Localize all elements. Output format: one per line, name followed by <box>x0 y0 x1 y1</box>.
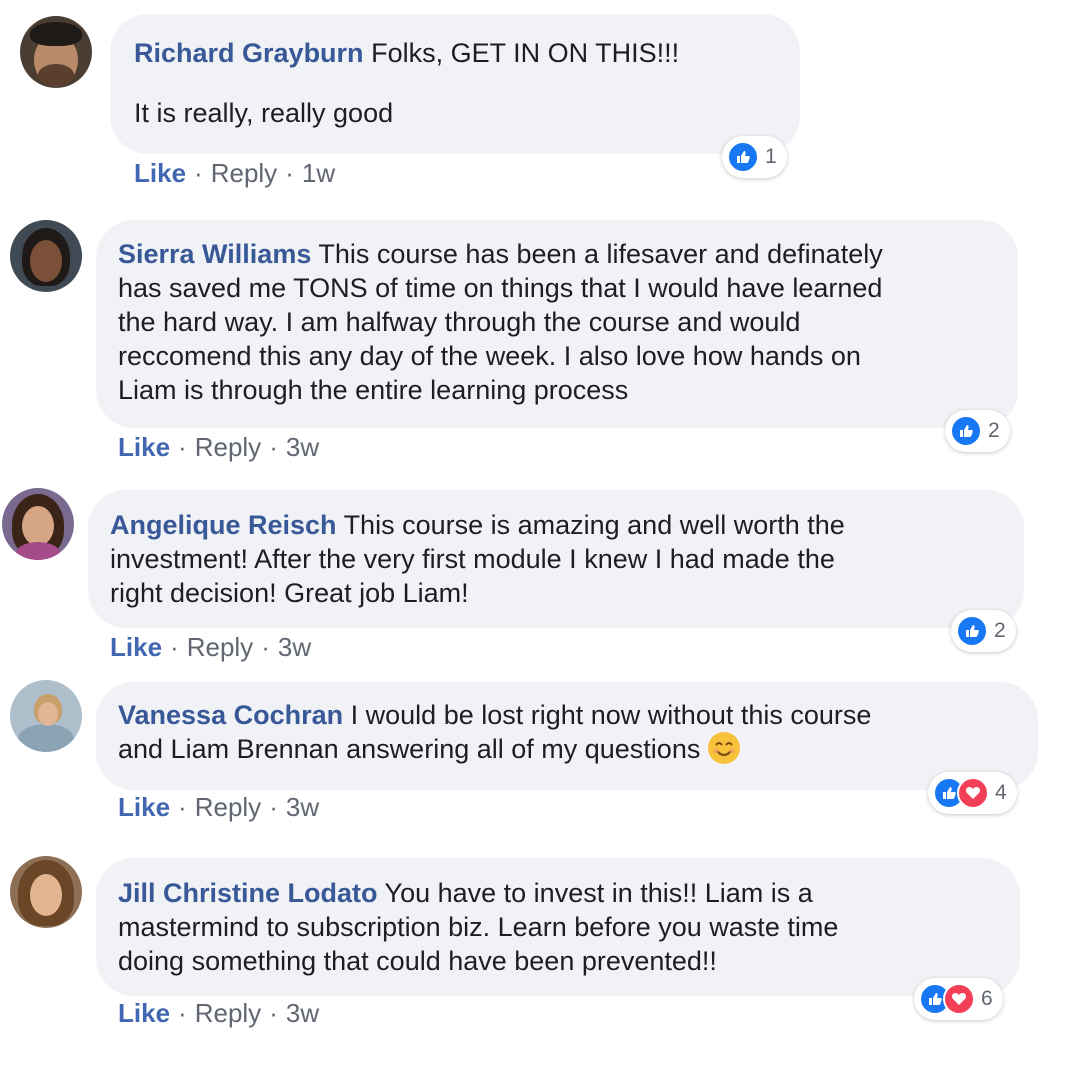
comment-text: reccomend this any day of the week. I al… <box>118 341 861 371</box>
comment-author[interactable]: Richard Grayburn <box>134 38 364 68</box>
comment-text: Folks, GET IN ON THIS!!! <box>371 38 680 68</box>
comment-actions: Like · Reply · 3w <box>118 792 319 823</box>
reaction-count: 1 <box>765 145 777 168</box>
comment-bubble: Richard Grayburn Folks, GET IN ON THIS!!… <box>110 14 800 154</box>
comment-text: It is really, really good <box>134 98 394 128</box>
comment-bubble: Angelique Reisch This course is amazing … <box>88 490 1024 628</box>
reaction-count: 4 <box>995 781 1007 804</box>
reaction-count: 2 <box>988 419 1000 442</box>
separator: · <box>285 158 294 188</box>
comment-text: This course is amazing and well worth th… <box>343 510 845 540</box>
comment-text: doing something that could have been pre… <box>118 946 717 976</box>
comment-text: and Liam Brennan answering all of my que… <box>118 734 701 764</box>
reaction-count: 6 <box>981 987 993 1010</box>
separator: · <box>170 632 179 662</box>
separator: · <box>194 158 203 188</box>
heart-icon <box>943 983 975 1015</box>
comment-author[interactable]: Sierra Williams <box>118 239 311 269</box>
comment-timestamp[interactable]: 3w <box>278 632 311 662</box>
avatar[interactable] <box>10 856 82 928</box>
comment-bubble: Sierra Williams This course has been a l… <box>96 220 1018 428</box>
separator: · <box>269 432 278 462</box>
separator: · <box>269 792 278 822</box>
comment-timestamp[interactable]: 3w <box>286 792 319 822</box>
comment-timestamp[interactable]: 1w <box>302 158 335 188</box>
reply-button[interactable]: Reply <box>195 998 261 1028</box>
comment-text: I would be lost right now without this c… <box>350 700 872 730</box>
comment-timestamp[interactable]: 3w <box>286 432 319 462</box>
comment-text: mastermind to subscription biz. Learn be… <box>118 912 839 942</box>
reaction-summary[interactable]: 6 <box>914 978 1003 1020</box>
comment-text: This course has been a lifesaver and def… <box>318 239 883 269</box>
like-button[interactable]: Like <box>118 432 170 462</box>
avatar[interactable] <box>10 220 82 292</box>
heart-icon <box>957 777 989 809</box>
comment-text: You have to invest in this!! Liam is a <box>384 878 813 908</box>
comment-actions: Like · Reply · 3w <box>118 432 319 463</box>
separator: · <box>269 998 278 1028</box>
comment-bubble: Vanessa Cochran I would be lost right no… <box>96 682 1038 790</box>
smiling-face-emoji-icon <box>708 732 741 764</box>
comment-text: the hard way. I am halfway through the c… <box>118 307 801 337</box>
comment-author[interactable]: Angelique Reisch <box>110 510 337 540</box>
thumbs-up-icon <box>727 141 759 173</box>
thumbs-up-icon <box>956 615 988 647</box>
comment-actions: Like · Reply · 1w <box>134 158 335 189</box>
comment-text: investment! After the very first module … <box>110 544 835 574</box>
comment-text: right decision! Great job Liam! <box>110 578 469 608</box>
reply-button[interactable]: Reply <box>195 792 261 822</box>
avatar[interactable] <box>10 680 82 752</box>
thumbs-up-icon <box>950 415 982 447</box>
comment-actions: Like · Reply · 3w <box>110 632 311 663</box>
like-button[interactable]: Like <box>134 158 186 188</box>
reaction-summary[interactable]: 2 <box>945 410 1010 452</box>
reply-button[interactable]: Reply <box>187 632 253 662</box>
reply-button[interactable]: Reply <box>195 432 261 462</box>
separator: · <box>178 792 187 822</box>
separator: · <box>178 998 187 1028</box>
comment-text: Liam is through the entire learning proc… <box>118 375 629 405</box>
avatar[interactable] <box>20 16 92 88</box>
comment-author[interactable]: Vanessa Cochran <box>118 700 343 730</box>
like-button[interactable]: Like <box>118 998 170 1028</box>
reply-button[interactable]: Reply <box>211 158 277 188</box>
reaction-summary[interactable]: 2 <box>951 610 1016 652</box>
comment-actions: Like · Reply · 3w <box>118 998 319 1029</box>
reaction-count: 2 <box>994 619 1006 642</box>
separator: · <box>261 632 270 662</box>
reaction-summary[interactable]: 1 <box>722 136 787 178</box>
comment-text: has saved me TONS of time on things that… <box>118 273 883 303</box>
like-button[interactable]: Like <box>118 792 170 822</box>
avatar[interactable] <box>2 488 74 560</box>
like-button[interactable]: Like <box>110 632 162 662</box>
comment-author[interactable]: Jill Christine Lodato <box>118 878 378 908</box>
separator: · <box>178 432 187 462</box>
comment-bubble: Jill Christine Lodato You have to invest… <box>96 858 1020 996</box>
comment-timestamp[interactable]: 3w <box>286 998 319 1028</box>
reaction-summary[interactable]: 4 <box>928 772 1017 814</box>
